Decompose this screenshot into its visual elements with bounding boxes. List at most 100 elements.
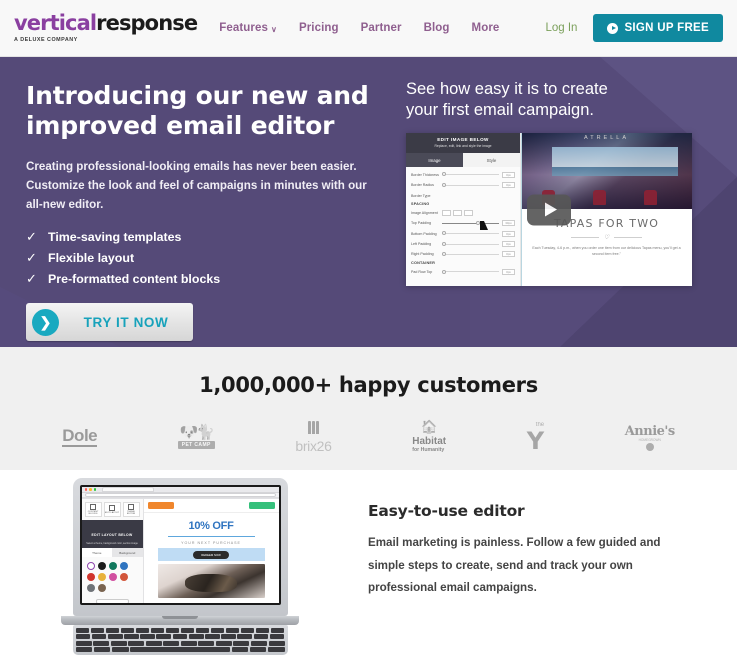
video-row-right-padding: Right Padding 0px [411,251,515,258]
slider-track[interactable] [442,252,499,257]
offer-cta-row: REDEEM NOW [157,548,265,562]
preview-body: Each Tuesday, 4-6 p.m., when you order o… [532,246,681,256]
hero-bullet-item: ✓ Pre-formatted content blocks [26,271,400,287]
nav-item-pricing[interactable]: Pricing [299,22,339,34]
laptop-keyboard [72,625,288,655]
row-label: Right Padding [411,252,434,257]
feature-text-column: Easy-to-use editor Email marketing is pa… [360,470,737,667]
add-image-button[interactable] [95,599,129,603]
editor-canvas: 10% OFF YOUR NEXT PURCHASE REDEEM NOW [143,499,279,603]
editor-header-title: EDIT LAYOUT BELOW [91,533,133,537]
video-row-bottom-padding: Bottom Padding 0px [411,230,515,237]
nav-item-partner[interactable]: Partner [361,22,402,34]
row-label: Image Alignment [411,210,438,215]
edit-button[interactable] [147,502,174,509]
swatch[interactable] [119,573,128,581]
annies-bunny-icon [645,442,654,451]
tile-content-blocks[interactable]: CONTENT BLOCKS [84,502,102,517]
video-thumbnail[interactable]: EDIT IMAGE BELOW Replace, edit, link and… [406,133,692,287]
tile-theme-editor[interactable]: THEME EDITOR [122,502,140,517]
main-nav: Features ∨ Pricing Partner Blog More [219,22,499,34]
logo-text-vertical: vertical [14,11,97,35]
habitat-logo-text: Habitat [412,436,447,448]
login-link[interactable]: Log In [545,22,577,34]
swatch[interactable] [86,573,95,581]
logo-wordmark: verticalresponse [14,11,198,35]
row-label: Pad Row Top [411,269,433,274]
browser-url-input[interactable] [84,493,276,497]
check-icon: ✓ [26,271,37,287]
redeem-now-button[interactable]: REDEEM NOW [193,550,229,559]
hero-right-column: See how easy it is to create your first … [400,57,737,347]
tile-label: EDIT LAYOUT [104,511,120,514]
offer-divider [167,536,255,538]
offer-subtext: YOUR NEXT PURCHASE [181,541,241,546]
browser-tab[interactable] [102,487,155,492]
video-panel-tabs: Image Style [406,153,520,168]
nav-item-more[interactable]: More [472,22,500,34]
row-label: Border Type [411,193,431,198]
swatch[interactable] [108,562,117,570]
swatch[interactable] [119,562,128,570]
bottles-icon [308,420,319,434]
play-button-icon[interactable] [527,194,571,226]
row-value: 0px [502,268,515,275]
nav-item-blog[interactable]: Blog [424,22,450,34]
ymca-y-text: Y [526,427,545,456]
color-swatches[interactable] [82,557,143,597]
hero-heading-line1: Introducing our new and [26,81,369,110]
pet-camp-illustration-icon: 🐶🐈 [179,424,215,441]
row-value: 0px [502,230,515,237]
hero-video-heading-line2: your first email campaign. [406,101,594,120]
email-canvas: 10% OFF YOUR NEXT PURCHASE REDEEM NOW [143,513,279,603]
slider-track[interactable] [442,231,499,236]
heart-icon: ♡ [603,235,610,242]
next-button[interactable] [248,502,275,509]
row-value: 0px [502,241,515,248]
video-tab-image[interactable]: Image [406,153,463,168]
swatch-selected[interactable] [86,562,95,570]
video-tab-style[interactable]: Style [463,153,520,168]
slider-track[interactable] [442,172,499,177]
editor-tab-theme[interactable]: Theme [81,548,112,557]
logo-text-response: response [96,11,198,35]
editor-header-sub: Select a theme, background color, sectio… [86,542,138,545]
slider-track[interactable] [442,220,499,225]
nav-item-features[interactable]: Features ∨ [219,22,277,34]
editor-panel-header: EDIT LAYOUT BELOW Select a theme, backgr… [81,520,143,548]
swatch[interactable] [97,573,106,581]
video-row-top-padding: Top Padding 30px [411,220,515,227]
brix26-logo-text: brix26 [295,437,332,454]
editor-tab-background[interactable]: Background [112,548,143,557]
slider-track[interactable] [442,241,499,246]
play-circle-icon [607,22,619,34]
swatch[interactable] [86,584,95,592]
hero-bullet-label: Pre-formatted content blocks [48,272,221,287]
alignment-buttons[interactable] [442,209,473,216]
swatch[interactable] [97,562,106,570]
logo-tagline: A DELUXE COMPANY [14,37,78,43]
swatch[interactable] [97,584,106,592]
video-panel-title: EDIT IMAGE BELOW [437,137,489,143]
laptop-screen: CONTENT BLOCKS EDIT LAYOUT THEME EDITOR … [79,485,281,605]
hero-left-column: Introducing our new and improved email e… [0,57,400,347]
slider-track[interactable] [442,182,499,187]
swatch[interactable] [108,573,117,581]
editor-mode-tiles: CONTENT BLOCKS EDIT LAYOUT THEME EDITOR [82,499,143,520]
video-section-container: CONTAINER [411,261,436,266]
preview-divider: ♡ [527,234,686,241]
arrow-right-circle-icon: ❯ [32,308,59,336]
try-it-now-button[interactable]: ❯ TRY IT NOW [26,303,193,342]
video-editor-panel: EDIT IMAGE BELOW Replace, edit, link and… [406,133,521,287]
row-value: 30px [502,220,515,227]
habitat-house-icon: 🏠 [421,419,438,435]
check-icon: ✓ [26,250,37,266]
tile-edit-layout[interactable]: EDIT LAYOUT [103,502,121,517]
brand-logo[interactable]: verticalresponse A DELUXE COMPANY [14,11,198,44]
slider-track[interactable] [442,269,499,274]
hero-video-heading: See how easy it is to create your first … [406,79,737,121]
check-icon: ✓ [26,229,37,245]
signup-free-button[interactable]: SIGN UP FREE [593,14,723,42]
border-type-preview[interactable] [442,195,515,196]
video-row-border-type: Border Type [411,192,515,199]
